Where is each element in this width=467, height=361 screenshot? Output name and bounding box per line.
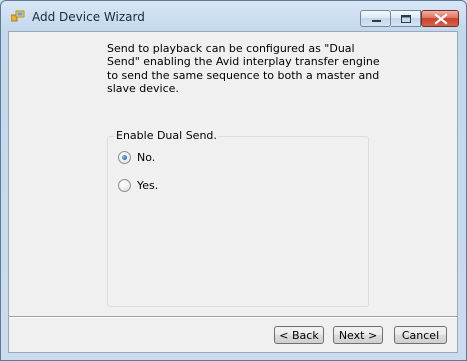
radio-button-checked[interactable] [118,151,131,164]
group-label: Enable Dual Send. [114,129,219,142]
cancel-button[interactable]: Cancel [394,326,447,344]
description-text: Send to playback can be configured as "D… [107,42,380,95]
title-bar[interactable]: Add Device Wizard [1,1,466,31]
next-button[interactable]: Next > [333,326,383,344]
back-button[interactable]: < Back [274,326,324,344]
radio-no[interactable]: No. [118,151,155,164]
footer-separator [9,316,457,318]
radio-no-label: No. [137,151,156,164]
radio-yes-label: Yes. [137,179,159,192]
window-title: Add Device Wizard [32,10,145,24]
maximize-button[interactable] [391,10,421,27]
minimize-button[interactable] [360,10,391,27]
wizard-window: Add Device Wizard Send to playback can b… [0,0,467,361]
wizard-panel: Send to playback can be configured as "D… [8,31,458,353]
radio-button-unchecked[interactable] [118,179,131,192]
close-button[interactable] [421,10,459,27]
device-wizard-icon [10,10,25,22]
radio-yes[interactable]: Yes. [118,179,158,192]
